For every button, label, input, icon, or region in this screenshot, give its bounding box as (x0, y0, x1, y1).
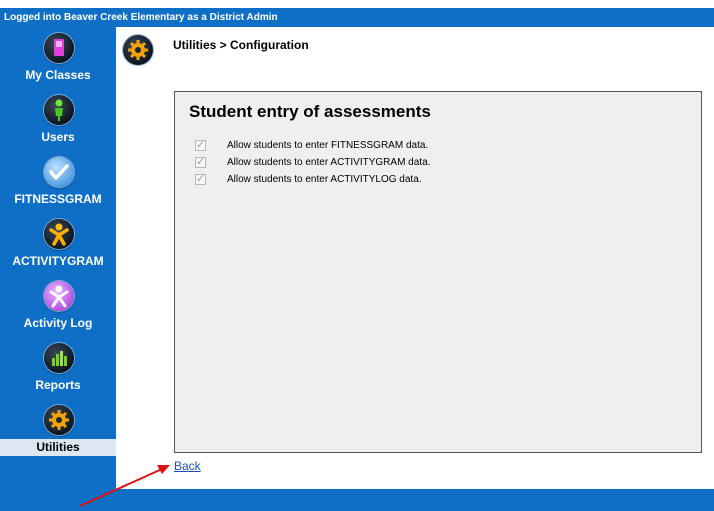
utilities-gear-icon (44, 405, 74, 435)
login-status-bar: Logged into Beaver Creek Elementary as a… (0, 8, 714, 27)
fitnessgram-checkbox[interactable] (195, 138, 206, 151)
fitnessgram-check-icon (44, 157, 74, 187)
breadcrumb: Utilities > Configuration (173, 38, 309, 52)
footer-bar (0, 489, 714, 511)
users-icon (44, 95, 74, 125)
utilities-gear-icon (123, 35, 153, 65)
activitygram-checkbox[interactable] (195, 155, 206, 168)
sidebar-item-label: Utilities (36, 440, 80, 454)
activitylog-checkbox[interactable] (195, 172, 206, 185)
sidebar-item-label: My Classes (25, 68, 91, 82)
main-content: Utilities > Configuration Student entry … (116, 27, 714, 489)
back-link[interactable]: Back (174, 459, 201, 473)
sidebar-item-reports[interactable]: Reports (0, 341, 116, 403)
sidebar-item-activity-log[interactable]: Activity Log (0, 279, 116, 341)
sidebar-item-label: ACTIVITYGRAM (12, 254, 104, 268)
login-status-text: Logged into Beaver Creek Elementary as a… (4, 12, 278, 23)
my-classes-icon (44, 33, 74, 63)
panel-title: Student entry of assessments (189, 102, 431, 121)
option-label: Allow students to enter ACTIVITYGRAM dat… (227, 157, 431, 168)
configuration-panel: Student entry of assessments Allow stude… (174, 91, 702, 453)
reports-bar-chart-icon (44, 343, 74, 373)
option-label: Allow students to enter FITNESSGRAM data… (227, 140, 429, 151)
activitygram-figure-icon (44, 219, 74, 249)
option-activitygram: Allow students to enter ACTIVITYGRAM dat… (195, 155, 695, 171)
option-label: Allow students to enter ACTIVITYLOG data… (227, 174, 422, 185)
sidebar-item-users[interactable]: Users (0, 93, 116, 155)
sidebar-item-activitygram[interactable]: ACTIVITYGRAM (0, 217, 116, 279)
sidebar-item-label: Reports (35, 378, 81, 392)
sidebar-nav: My Classes Users FITNESSGRAM ACTIVITYGRA… (0, 27, 116, 489)
sidebar-item-utilities[interactable]: Utilities (0, 403, 116, 465)
sidebar-item-label: Activity Log (23, 316, 93, 330)
sidebar-item-label: Users (41, 130, 75, 144)
sidebar-item-my-classes[interactable]: My Classes (0, 31, 116, 93)
app-frame: Logged into Beaver Creek Elementary as a… (0, 8, 714, 511)
option-fitnessgram: Allow students to enter FITNESSGRAM data… (195, 138, 695, 154)
activity-log-figure-icon (44, 281, 74, 311)
sidebar-item-label: FITNESSGRAM (14, 192, 102, 206)
option-activitylog: Allow students to enter ACTIVITYLOG data… (195, 172, 695, 188)
sidebar-item-fitnessgram[interactable]: FITNESSGRAM (0, 155, 116, 217)
